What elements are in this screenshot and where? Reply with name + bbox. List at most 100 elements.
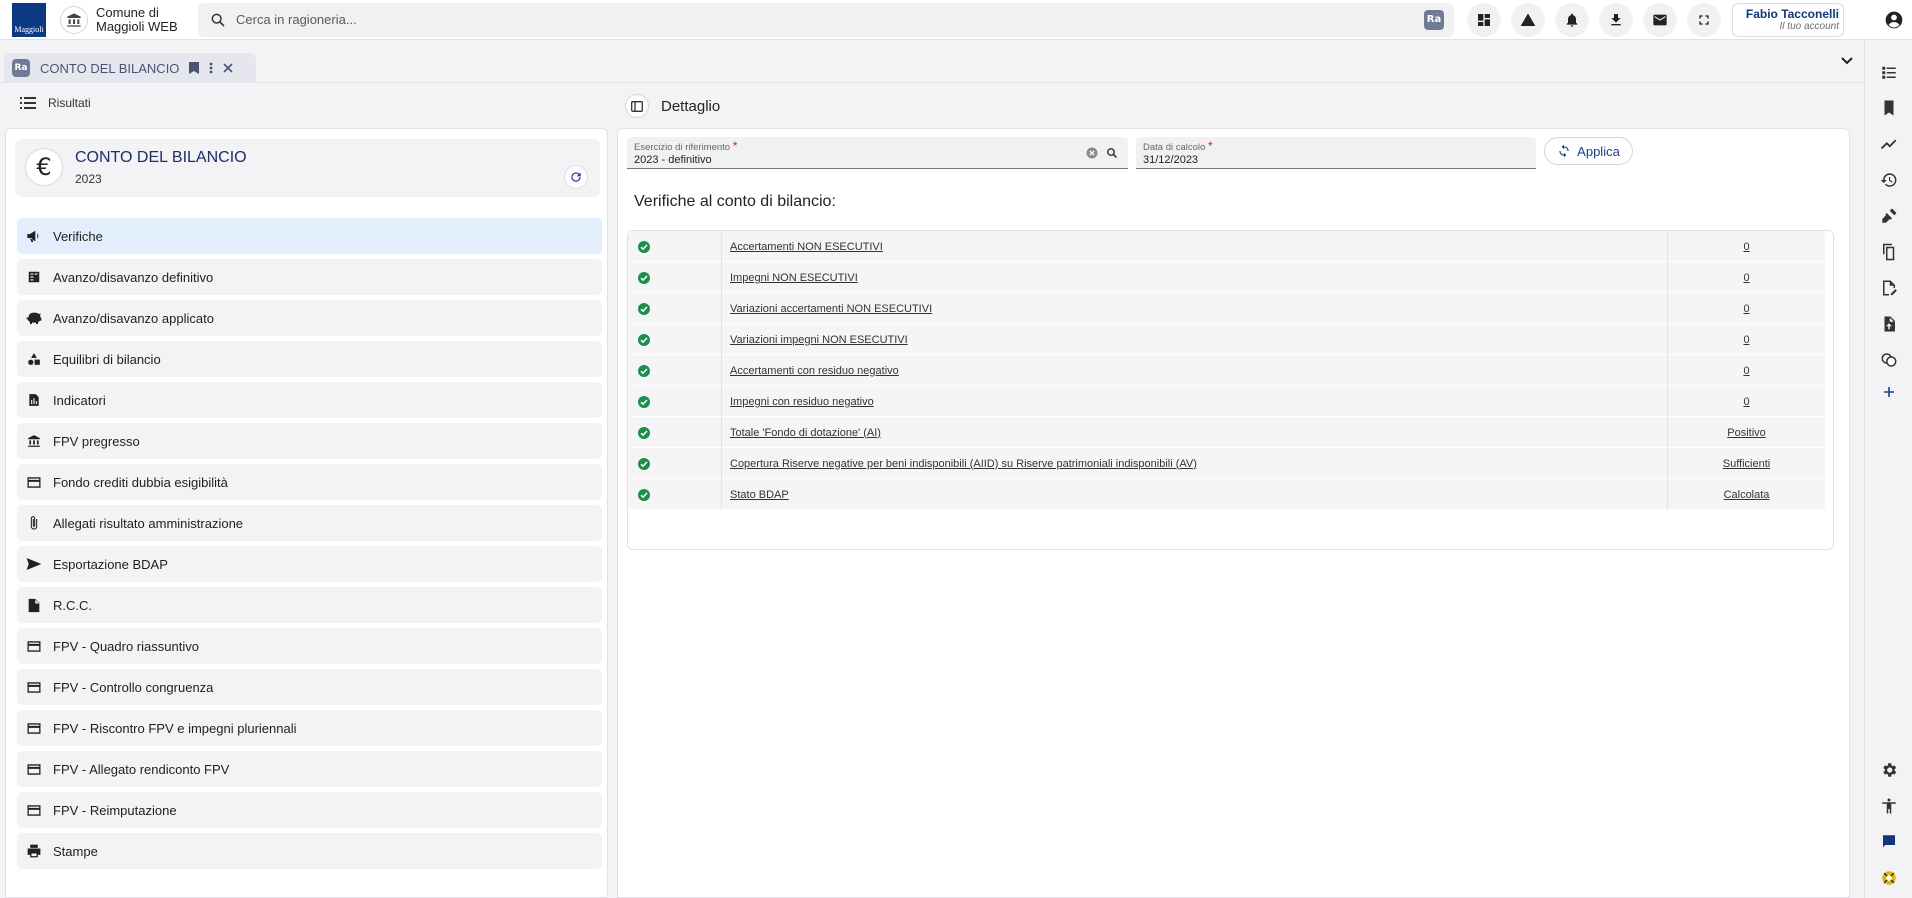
- close-icon[interactable]: [223, 63, 233, 73]
- results-header[interactable]: Risultati: [20, 96, 91, 110]
- rail-trends-button[interactable]: [1879, 134, 1899, 154]
- tab-bar: Ra CONTO DEL BILANCIO: [0, 40, 1864, 83]
- institution-button[interactable]: [60, 5, 88, 34]
- account-button[interactable]: [1884, 10, 1904, 33]
- rail-plugin-button[interactable]: [1879, 206, 1899, 226]
- app-badge-icon[interactable]: Ra: [1424, 9, 1444, 30]
- rail-upload-button[interactable]: [1879, 314, 1899, 334]
- verifica-value-link[interactable]: 0: [1743, 272, 1749, 284]
- verifica-link[interactable]: Copertura Riserve negative per beni indi…: [730, 458, 1197, 470]
- verifica-link[interactable]: Impegni con residuo negativo: [730, 396, 874, 408]
- menu-item-allegati[interactable]: Allegati risultato amministrazione: [17, 505, 602, 541]
- refresh-button[interactable]: [564, 165, 588, 189]
- trend-icon: [1880, 139, 1897, 150]
- verifica-link[interactable]: Variazioni accertamenti NON ESECUTIVI: [730, 303, 932, 315]
- global-search[interactable]: Ra: [198, 2, 1454, 37]
- verifica-link[interactable]: Accertamenti con residuo negativo: [730, 365, 899, 377]
- menu-item-label: Esportazione BDAP: [53, 556, 168, 572]
- toggle-panel-button[interactable]: [625, 94, 649, 118]
- clear-icon[interactable]: [1086, 147, 1098, 159]
- apply-button[interactable]: Applica: [1544, 137, 1633, 165]
- table-row: Accertamenti con residuo negativo 0: [628, 355, 1825, 386]
- plus-icon: [1884, 387, 1894, 397]
- user-account-box[interactable]: Fabio Tacconelli Il tuo account: [1732, 2, 1844, 37]
- institution-name: Comune di Maggioli WEB: [96, 4, 178, 34]
- downloads-button[interactable]: [1599, 2, 1633, 37]
- esercizio-field[interactable]: Esercizio di riferimento * 2023 - defini…: [627, 137, 1128, 169]
- sync-icon: [1559, 144, 1569, 158]
- verifica-link[interactable]: Accertamenti NON ESECUTIVI: [730, 241, 883, 253]
- verifica-value-link[interactable]: Calcolata: [1724, 489, 1770, 501]
- menu-item-label: R.C.C.: [53, 597, 92, 613]
- rail-edit-doc-button[interactable]: [1879, 278, 1899, 298]
- rail-settings-button[interactable]: [1879, 760, 1899, 780]
- summary-card: € CONTO DEL BILANCIO 2023: [15, 139, 600, 197]
- menu-item-fpv-controllo[interactable]: FPV - Controllo congruenza: [17, 669, 602, 705]
- table-row: Variazioni accertamenti NON ESECUTIVI 0: [628, 293, 1825, 324]
- more-vertical-icon[interactable]: [209, 62, 213, 74]
- rail-accessibility-button[interactable]: [1879, 796, 1899, 816]
- notifications-button[interactable]: [1555, 2, 1589, 37]
- rail-chat-button[interactable]: [1879, 832, 1899, 852]
- menu-item-equilibri[interactable]: Equilibri di bilancio: [17, 341, 602, 377]
- fullscreen-button[interactable]: [1687, 2, 1721, 37]
- rail-history-button[interactable]: [1879, 170, 1899, 190]
- rail-coins-button[interactable]: [1879, 350, 1899, 370]
- list-icon: [20, 97, 36, 109]
- menu-item-fpv-allegato[interactable]: FPV - Allegato rendiconto FPV: [17, 751, 602, 787]
- tab-conto-del-bilancio[interactable]: Ra CONTO DEL BILANCIO: [4, 53, 256, 83]
- menu-item-avanzo-applicato[interactable]: Avanzo/disavanzo applicato: [17, 300, 602, 336]
- mail-icon: [1653, 14, 1667, 25]
- menu-item-fpv-pregresso[interactable]: FPV pregresso: [17, 423, 602, 459]
- menu-item-verifiche[interactable]: Verifiche: [17, 218, 602, 254]
- megaphone-icon: [27, 230, 39, 242]
- menu-item-fpv-quadro[interactable]: FPV - Quadro riassuntivo: [17, 628, 602, 664]
- messages-button[interactable]: [1643, 2, 1677, 37]
- maggioli-logo[interactable]: Maggioli: [12, 2, 46, 37]
- menu-item-indicatori[interactable]: Indicatori: [17, 382, 602, 418]
- data-calcolo-field[interactable]: Data di calcolo * 31/12/2023: [1136, 137, 1536, 169]
- table-row: Stato BDAP Calcolata: [628, 479, 1825, 510]
- collapse-tabs-button[interactable]: [1840, 54, 1854, 69]
- rail-checklist-button[interactable]: [1879, 62, 1899, 82]
- bookmark-icon[interactable]: [189, 62, 200, 74]
- verifica-value-link[interactable]: Sufficienti: [1723, 458, 1771, 470]
- verifica-value-link[interactable]: 0: [1743, 334, 1749, 346]
- accessibility-icon: [1882, 798, 1896, 814]
- menu-item-avanzo-definitivo[interactable]: Avanzo/disavanzo definitivo: [17, 259, 602, 295]
- dashboard-button[interactable]: [1467, 2, 1501, 37]
- card-title: CONTO DEL BILANCIO: [75, 149, 247, 166]
- rail-help-button[interactable]: [1879, 868, 1899, 888]
- menu-item-fpv-riscontro[interactable]: FPV - Riscontro FPV e impegni pluriennal…: [17, 710, 602, 746]
- verifica-value-link[interactable]: 0: [1743, 241, 1749, 253]
- card-icon: [27, 804, 41, 816]
- rail-copy-button[interactable]: [1879, 242, 1899, 262]
- search-icon[interactable]: [1106, 147, 1118, 159]
- verifica-value-link[interactable]: 0: [1743, 396, 1749, 408]
- menu-item-stampe[interactable]: Stampe: [17, 833, 602, 869]
- rail-bookmarks-button[interactable]: [1879, 98, 1899, 118]
- verifica-link[interactable]: Variazioni impegni NON ESECUTIVI: [730, 334, 908, 346]
- warnings-button[interactable]: [1511, 2, 1545, 37]
- fullscreen-icon: [1699, 14, 1709, 25]
- verifica-link[interactable]: Impegni NON ESECUTIVI: [730, 272, 858, 284]
- detail-pane: Esercizio di riferimento * 2023 - defini…: [617, 128, 1850, 898]
- edit-document-icon: [1883, 280, 1897, 296]
- search-input[interactable]: [236, 12, 1336, 27]
- verifica-value-link[interactable]: Positivo: [1727, 427, 1766, 439]
- verifica-value-link[interactable]: 0: [1743, 303, 1749, 315]
- menu-item-label: FPV - Controllo congruenza: [53, 679, 214, 695]
- top-bar: Maggioli Comune di Maggioli WEB Ra Fabio…: [0, 0, 1912, 40]
- check-circle-icon: [638, 426, 650, 439]
- verifica-link[interactable]: Stato BDAP: [730, 489, 789, 501]
- menu-item-fpv-reimputazione[interactable]: FPV - Reimputazione: [17, 792, 602, 828]
- gear-icon: [1883, 763, 1897, 777]
- verifica-link[interactable]: Totale 'Fondo di dotazione' (AI): [730, 427, 881, 439]
- warning-icon: [1520, 12, 1536, 26]
- rail-add-button[interactable]: [1879, 382, 1899, 402]
- menu-item-esportazione-bdap[interactable]: Esportazione BDAP: [17, 546, 602, 582]
- verifica-value-link[interactable]: 0: [1743, 365, 1749, 377]
- menu-item-rcc[interactable]: R.C.C.: [17, 587, 602, 623]
- menu-item-fondo-crediti[interactable]: Fondo crediti dubbia esigibilità: [17, 464, 602, 500]
- plug-icon: [1882, 208, 1897, 223]
